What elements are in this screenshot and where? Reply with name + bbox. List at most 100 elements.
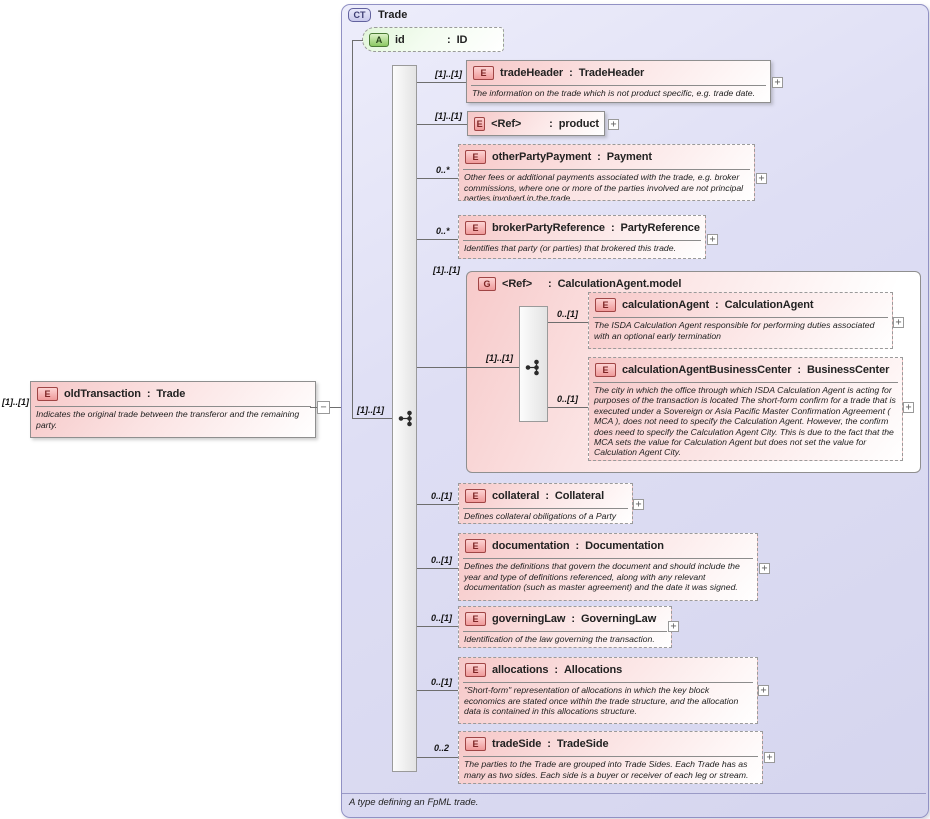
- element-type: product: [559, 118, 599, 130]
- element-name: documentation: [492, 540, 570, 552]
- element-box-tradeheader[interactable]: E tradeHeader : TradeHeader The informat…: [466, 60, 771, 103]
- element-box-calculationagent[interactable]: E calculationAgent : CalculationAgent Th…: [588, 292, 893, 349]
- attribute-box-id[interactable]: A id : ID: [362, 27, 504, 52]
- element-name: oldTransaction: [64, 388, 141, 400]
- cardinality-label: 0..[1]: [431, 491, 452, 501]
- expand-button[interactable]: +: [764, 752, 775, 763]
- colon: :: [611, 222, 615, 234]
- expand-button[interactable]: +: [756, 173, 767, 184]
- element-description: Indicates the original trade between the…: [31, 407, 315, 430]
- element-description: The city in which the office through whi…: [589, 383, 902, 458]
- cardinality-label: 0..[1]: [557, 309, 578, 319]
- element-description: The information on the trade which is no…: [467, 86, 770, 99]
- expand-button[interactable]: +: [772, 77, 783, 88]
- element-name: otherPartyPayment: [492, 151, 591, 163]
- cardinality-label: [1]..[1]: [435, 111, 462, 121]
- element-badge: E: [474, 117, 485, 131]
- element-box-allocations[interactable]: E allocations : Allocations "Short-form"…: [458, 657, 758, 724]
- connector-line: [417, 367, 519, 368]
- cardinality-label: [1]..[1]: [2, 397, 29, 407]
- connector-line: [417, 757, 458, 758]
- cardinality-label: [1]..[1]: [486, 353, 513, 363]
- element-box-collateral[interactable]: E collateral : Collateral Defines collat…: [458, 483, 633, 524]
- colon: :: [715, 299, 719, 311]
- colon: :: [547, 738, 551, 750]
- colon: :: [545, 490, 549, 502]
- element-type: GoverningLaw: [581, 613, 656, 625]
- colon: :: [548, 278, 552, 290]
- element-type: Allocations: [564, 664, 622, 676]
- colon: :: [554, 664, 558, 676]
- element-type: Trade: [156, 388, 185, 400]
- group-name: <Ref>: [502, 278, 542, 290]
- element-badge: E: [465, 150, 486, 164]
- cardinality-label: 0..[1]: [431, 613, 452, 623]
- sequence-icon: [525, 359, 542, 376]
- colon: :: [597, 151, 601, 163]
- element-name: tradeHeader: [500, 67, 563, 79]
- element-name: allocations: [492, 664, 548, 676]
- element-badge: E: [595, 298, 616, 312]
- expand-button[interactable]: +: [893, 317, 904, 328]
- expand-button[interactable]: +: [759, 563, 770, 574]
- colon: :: [569, 67, 573, 79]
- element-name: calculationAgent: [622, 299, 709, 311]
- element-name: tradeSide: [492, 738, 541, 750]
- element-type: Payment: [607, 151, 652, 163]
- expand-button[interactable]: +: [707, 234, 718, 245]
- element-badge: E: [465, 612, 486, 626]
- element-description: Identifies that party (or parties) that …: [459, 241, 705, 254]
- connector-line: [417, 626, 458, 627]
- expand-button[interactable]: +: [633, 499, 644, 510]
- element-name: governingLaw: [492, 613, 565, 625]
- cardinality-label: 0..[1]: [431, 677, 452, 687]
- cardinality-label: 0..*: [436, 165, 450, 175]
- expand-button[interactable]: +: [668, 621, 679, 632]
- element-type: TradeSide: [557, 738, 609, 750]
- element-box-governinglaw[interactable]: E governingLaw : GoverningLaw Identifica…: [458, 606, 672, 648]
- element-box-documentation[interactable]: E documentation : Documentation Defines …: [458, 533, 758, 601]
- element-type: PartyReference: [621, 222, 700, 234]
- colon: :: [797, 364, 801, 376]
- expand-button[interactable]: +: [758, 685, 769, 696]
- footer-divider: [342, 793, 926, 794]
- complextype-title: Trade: [378, 9, 407, 21]
- cardinality-label: 0..*: [436, 226, 450, 236]
- connector-line: [417, 82, 466, 83]
- colon: :: [447, 34, 451, 46]
- element-box-otherpartypayment[interactable]: E otherPartyPayment : Payment Other fees…: [458, 144, 755, 201]
- element-description: Other fees or additional payments associ…: [459, 170, 754, 201]
- element-box-product-ref[interactable]: E <Ref> : product: [467, 111, 605, 136]
- element-name: <Ref>: [491, 118, 543, 130]
- attribute-type: ID: [457, 34, 468, 46]
- connector-line: [417, 124, 467, 125]
- element-badge: E: [37, 387, 58, 401]
- element-description: Identification of the law governing the …: [459, 632, 671, 645]
- cardinality-label: 0..[1]: [557, 394, 578, 404]
- element-description: The ISDA Calculation Agent responsible f…: [589, 318, 892, 341]
- cardinality-label: [1]..[1]: [435, 69, 462, 79]
- element-box-oldtransaction[interactable]: E oldTransaction : Trade Indicates the o…: [30, 381, 316, 438]
- complextype-annotation: A type defining an FpML trade.: [349, 797, 478, 808]
- element-box-brokerpartyreference[interactable]: E brokerPartyReference : PartyReference …: [458, 215, 706, 259]
- connector-line: [417, 690, 458, 691]
- element-box-tradeside[interactable]: E tradeSide : TradeSide The parties to t…: [458, 731, 763, 784]
- colon: :: [576, 540, 580, 552]
- element-badge: E: [595, 363, 616, 377]
- element-description: Defines the definitions that govern the …: [459, 559, 757, 593]
- element-name: collateral: [492, 490, 539, 502]
- expand-button[interactable]: +: [903, 402, 914, 413]
- connector-line: [417, 504, 458, 505]
- cardinality-label: 0..[1]: [431, 555, 452, 565]
- collapse-button[interactable]: −: [317, 401, 330, 414]
- element-description: The parties to the Trade are grouped int…: [459, 757, 762, 780]
- element-type: BusinessCenter: [807, 364, 889, 376]
- expand-button[interactable]: +: [608, 119, 619, 130]
- attribute-badge: A: [369, 33, 389, 47]
- connector-line: [417, 178, 458, 179]
- colon: :: [147, 388, 151, 400]
- element-name: brokerPartyReference: [492, 222, 605, 234]
- connector-line: [548, 322, 588, 323]
- element-box-calculationagentbusinesscenter[interactable]: E calculationAgentBusinessCenter : Busin…: [588, 357, 903, 461]
- element-type: Collateral: [555, 490, 604, 502]
